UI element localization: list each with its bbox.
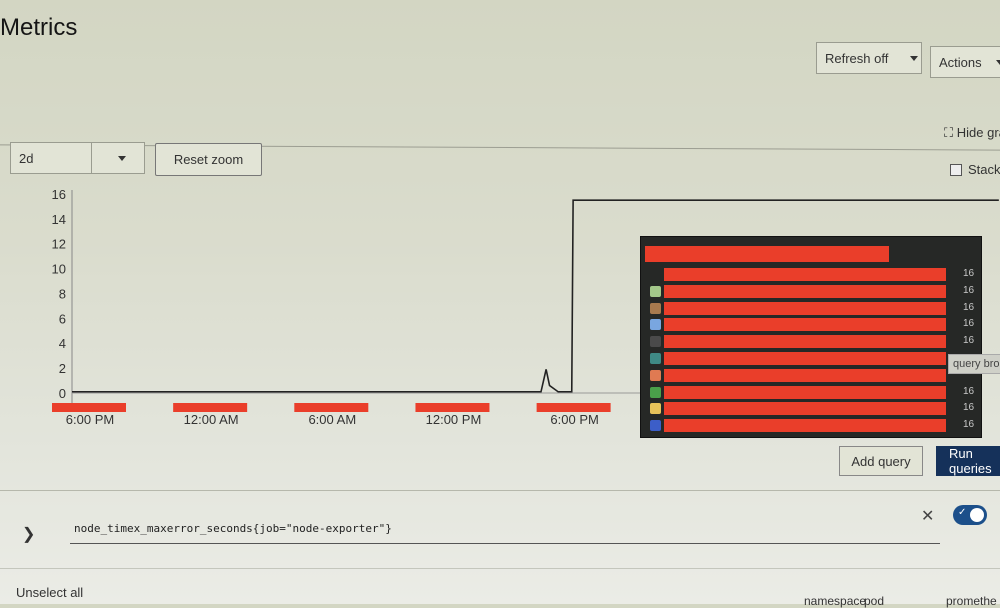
series-value: 16	[963, 284, 975, 296]
y-tick-label: 14	[52, 212, 66, 227]
series-value: 16	[963, 402, 975, 414]
redacted-series-label	[664, 385, 946, 399]
x-tick-label: 6:00 PM	[550, 412, 598, 427]
y-tick-label: 0	[59, 386, 66, 401]
hover-tooltip: query bro	[948, 354, 1000, 374]
redacted-series-label	[664, 368, 946, 382]
compress-icon: ⛶	[944, 125, 954, 140]
run-queries-button[interactable]: Run queries	[936, 446, 1000, 476]
tooltip-row: 16	[641, 284, 981, 300]
redacted-date-label	[52, 403, 126, 412]
tooltip-row: 16	[641, 301, 981, 317]
stacked-checkbox[interactable]: Stacked	[950, 162, 1000, 177]
redacted-date-label	[294, 403, 369, 412]
hide-graph-label: Hide graph	[956, 125, 1000, 140]
redacted-series-label	[664, 318, 946, 332]
divider	[0, 144, 1000, 151]
redacted-series-label	[664, 352, 946, 365]
divider	[91, 143, 92, 173]
column-header-namespace[interactable]: namespace	[804, 594, 866, 608]
redacted-series-label	[664, 419, 946, 433]
tooltip-row: 16	[641, 401, 981, 417]
x-tick-label: 6:00 PM	[66, 412, 114, 427]
page-title: Metrics	[0, 14, 78, 41]
series-color-swatch	[650, 353, 661, 364]
y-tick-label: 12	[52, 237, 66, 252]
series-color-swatch	[650, 403, 661, 415]
tooltip-row: 16	[641, 418, 981, 434]
column-header-pod[interactable]: pod	[864, 594, 884, 608]
time-range-dropdown[interactable]: 2d	[10, 142, 145, 174]
redacted-date-label	[536, 403, 611, 412]
y-tick-label: 6	[59, 311, 66, 326]
x-tick-label: 12:00 AM	[184, 412, 239, 427]
series-color-swatch	[650, 369, 661, 381]
series-color-swatch	[650, 319, 661, 331]
checkbox-icon[interactable]	[950, 163, 962, 176]
actions-dropdown[interactable]: Actions	[930, 46, 1000, 78]
tooltip-row: 16	[641, 385, 981, 401]
series-value: 16	[963, 301, 975, 313]
y-tick-label: 4	[59, 336, 66, 351]
redacted-series-label	[664, 402, 946, 416]
x-tick-label: 6:00 AM	[308, 412, 356, 427]
check-icon: ✓	[958, 507, 967, 518]
tooltip-row	[641, 368, 981, 384]
toggle-knob	[970, 508, 984, 522]
y-tick-label: 10	[52, 262, 66, 277]
refresh-label: Refresh off	[825, 50, 889, 66]
redacted-date-label	[173, 403, 248, 412]
series-color-swatch	[650, 420, 661, 432]
y-tick-label: 16	[52, 187, 66, 202]
refresh-dropdown[interactable]: Refresh off	[816, 42, 922, 74]
chevron-down-icon[interactable]: ❯	[22, 524, 35, 544]
series-value: 16	[963, 385, 975, 397]
caret-down-icon	[995, 59, 1000, 65]
divider	[0, 490, 1000, 491]
redacted-series-label	[664, 301, 946, 315]
redacted-tooltip-header	[645, 246, 889, 262]
reset-zoom-button[interactable]: Reset zoom	[155, 143, 262, 176]
series-color-swatch	[650, 386, 661, 398]
tooltip-row: 16	[641, 267, 981, 283]
redacted-date-label	[415, 403, 490, 412]
stacked-label: Stacked	[968, 162, 1000, 177]
time-range-value: 2d	[19, 150, 34, 166]
hide-graph-button[interactable]: ⛶ Hide graph	[944, 125, 1000, 141]
series-color-swatch	[650, 336, 661, 348]
unselect-all-link[interactable]: Unselect all	[16, 585, 83, 600]
caret-down-icon	[118, 155, 126, 161]
query-enable-toggle[interactable]: ✓	[953, 505, 987, 525]
y-tick-label: 2	[59, 361, 66, 376]
series-color-swatch	[650, 302, 661, 314]
x-tick-label: 12:00 PM	[426, 412, 482, 427]
query-input-underline	[70, 543, 940, 544]
series-color-swatch	[650, 285, 661, 297]
series-value: 16	[963, 335, 975, 347]
redacted-series-label	[664, 268, 946, 281]
chart-tooltip: 16 16 16 16 16 16 16 16	[640, 236, 982, 438]
actions-label: Actions	[939, 54, 982, 70]
close-icon[interactable]: ✕	[921, 506, 934, 526]
divider	[0, 568, 1000, 569]
tooltip-row: 16	[641, 317, 981, 333]
series-value: 16	[963, 268, 975, 279]
tooltip-row	[641, 351, 981, 367]
y-tick-label: 8	[59, 286, 66, 301]
column-header-prometheus[interactable]: promethe	[946, 594, 997, 608]
redacted-series-label	[664, 284, 946, 298]
add-query-button[interactable]: Add query	[839, 446, 923, 476]
tooltip-row: 16	[641, 334, 981, 350]
redacted-series-label	[664, 335, 946, 349]
query-input[interactable]: node_timex_maxerror_seconds{job="node-ex…	[74, 522, 392, 535]
series-value: 16	[963, 318, 975, 330]
series-value: 16	[963, 419, 975, 431]
caret-down-icon	[910, 55, 919, 61]
